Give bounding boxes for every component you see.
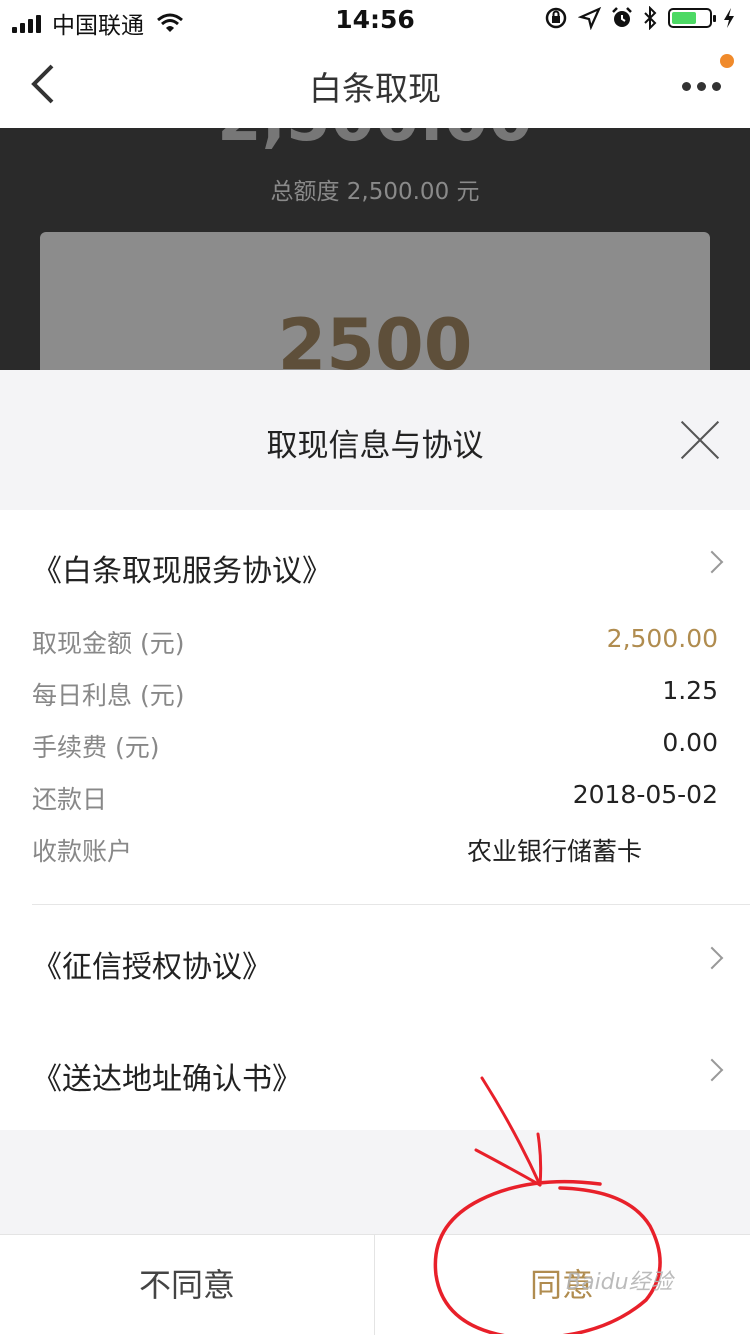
status-right [544,6,736,30]
detail-value: 1.25 [662,676,718,705]
sheet-spacer [0,1130,750,1234]
nav-bar: 白条取现 [0,40,750,128]
charging-icon [724,8,734,28]
agreement-credit[interactable]: 《征信授权协议》 [0,906,750,1016]
agreement-label: 《送达地址确认书》 [32,1062,302,1097]
detail-row-fee: 手续费 (元) 0.00 [32,728,718,768]
orientation-lock-icon [545,7,567,29]
agreement-label: 《白条取现服务协议》 [32,554,332,589]
agree-button[interactable]: 同意 [375,1235,749,1335]
watermark: Baidu经验 [566,1270,673,1295]
sheet-header: 取现信息与协议 [0,370,750,510]
chevron-right-icon [700,550,724,574]
sheet-body: 《白条取现服务协议》 取现金额 (元) 2,500.00 每日利息 (元) 1.… [0,510,750,1130]
location-icon [578,6,602,30]
chevron-right-icon [700,946,724,970]
detail-label: 收款账户 [32,837,133,866]
detail-label: 每日利息 (元) [32,681,185,710]
agreement-service[interactable]: 《白条取现服务协议》 [0,510,750,620]
detail-label: 取现金额 (元) [32,629,185,658]
alarm-icon [612,7,632,27]
chevron-right-icon [700,1058,724,1082]
amount-card-value: 2500 [277,304,473,370]
page-title: 白条取现 [309,69,441,108]
detail-label: 手续费 (元) [32,733,160,762]
background-page: 2,500.00 总额度 2,500.00 元 2500 [0,128,750,370]
detail-value: 2,500.00 [606,624,718,653]
detail-row-account: 收款账户 农业银行储蓄卡 [32,832,718,872]
sheet-title: 取现信息与协议 [266,428,484,464]
detail-value: 农业银行储蓄卡 [466,837,642,866]
total-credit: 总额度 2,500.00 元 [270,179,480,205]
amount-card: 2500 [40,232,710,370]
more-button[interactable] [682,54,734,102]
battery-icon [668,8,716,28]
close-icon[interactable] [680,420,720,460]
detail-value: 2018-05-02 [572,780,718,809]
more-icon [682,82,727,91]
notification-badge [720,54,734,68]
detail-row-amount: 取现金额 (元) 2,500.00 [32,624,718,664]
detail-value: 0.00 [662,728,718,757]
available-amount: 2,500.00 [0,128,750,156]
divider [32,904,750,905]
agreement-address[interactable]: 《送达地址确认书》 [0,1018,750,1128]
disagree-button[interactable]: 不同意 [0,1235,375,1335]
detail-row-interest: 每日利息 (元) 1.25 [32,676,718,716]
detail-label: 还款日 [32,785,108,814]
detail-row-repayment-date: 还款日 2018-05-02 [32,780,718,820]
status-bar: 中国联通 14:56 [0,0,750,40]
bluetooth-icon [644,6,657,30]
agreement-label: 《征信授权协议》 [32,950,272,985]
